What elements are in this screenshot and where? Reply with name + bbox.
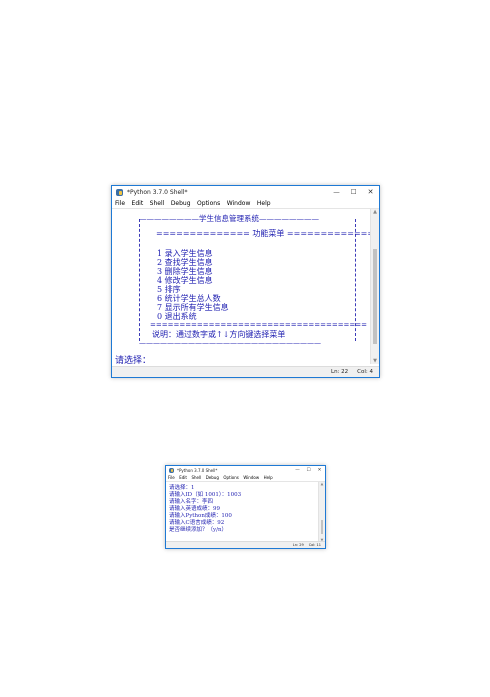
menu-options[interactable]: Options — [223, 475, 238, 480]
menu-bar: File Edit Shell Debug Options Window Hel… — [166, 474, 325, 482]
menu-item: 0 退出系统 — [157, 312, 197, 321]
scroll-up-icon[interactable]: ▲ — [371, 209, 379, 215]
column-number: Col: 4 — [357, 369, 373, 375]
box-bottom: —————————————————————————— — [139, 339, 321, 347]
scroll-down-icon[interactable]: ▼ — [371, 358, 379, 364]
title-bar[interactable]: *Python 3.7.0 Shell* — ☐ ✕ — [166, 466, 325, 474]
shell-line[interactable]: 是否继续添加？（y/n） — [169, 527, 227, 534]
hint-text: 说明：通过数字或↑↓方向键选择菜单 — [152, 330, 286, 339]
shell-line: 请输入ID（如 1001）：1003 — [169, 492, 242, 498]
maximize-icon[interactable]: ☐ — [303, 466, 314, 474]
menu-file[interactable]: File — [168, 475, 175, 480]
menu-window[interactable]: Window — [227, 200, 251, 207]
line-number: Ln: 22 — [331, 369, 349, 375]
menu-options[interactable]: Options — [197, 200, 220, 207]
shell-line: 请输入Python成绩：100 — [169, 513, 232, 519]
menu-edit[interactable]: Edit — [179, 475, 187, 480]
python-shell-window-menu: *Python 3.7.0 Shell* — ☐ ✕ File Edit She… — [111, 185, 380, 378]
menu-window[interactable]: Window — [243, 475, 259, 480]
shell-line: 请选择：1 — [169, 485, 195, 491]
menu-debug[interactable]: Debug — [171, 200, 191, 207]
menu-shell[interactable]: Shell — [150, 200, 165, 207]
vertical-scrollbar[interactable]: ▲ ▼ — [318, 482, 325, 542]
menu-item: 6 统计学生总人数 — [157, 294, 221, 303]
scroll-up-icon[interactable]: ▲ — [319, 482, 325, 486]
minimize-icon[interactable]: — — [328, 186, 345, 198]
menu-box: ————————学生信息管理系统———————— ============== … — [139, 214, 370, 347]
status-bar: Ln: 22 Col: 4 — [112, 366, 379, 377]
python-shell-window-input: *Python 3.7.0 Shell* — ☐ ✕ File Edit She… — [165, 465, 326, 549]
scroll-thumb[interactable] — [321, 520, 323, 534]
python-icon — [169, 467, 174, 473]
menu-debug[interactable]: Debug — [206, 475, 219, 480]
column-number: Col: 11 — [308, 543, 321, 547]
menu-edit[interactable]: Edit — [132, 200, 144, 207]
vertical-scrollbar[interactable]: ▲ ▼ — [370, 209, 379, 364]
close-icon[interactable]: ✕ — [362, 186, 379, 198]
menu-help[interactable]: Help — [257, 200, 271, 207]
section-header: ============== 功能菜单 ============== — [156, 229, 370, 238]
box-title: ————————学生信息管理系统———————— — [139, 214, 319, 223]
menu-item: 3 删除学生信息 — [157, 267, 213, 276]
maximize-icon[interactable]: ☐ — [345, 186, 362, 198]
python-icon — [116, 188, 123, 196]
menu-item: 1 录入学生信息 — [157, 249, 213, 258]
shell-output[interactable]: 请选择：1 请输入ID（如 1001）：1003 请输入名字：李四 请输入英语成… — [166, 482, 318, 542]
menu-file[interactable]: File — [115, 200, 125, 207]
status-bar: Ln: 29 Col: 11 — [166, 541, 325, 548]
minimize-icon[interactable]: — — [292, 466, 303, 474]
menu-item: 2 查找学生信息 — [157, 258, 213, 267]
shell-output[interactable]: ————————学生信息管理系统———————— ============== … — [112, 209, 370, 364]
menu-item: 5 排序 — [157, 285, 181, 294]
window-title: *Python 3.7.0 Shell* — [127, 188, 188, 196]
close-icon[interactable]: ✕ — [314, 466, 325, 474]
separator: ===================================== — [150, 321, 368, 329]
shell-line: 请输入名字：李四 — [169, 499, 214, 505]
menu-help[interactable]: Help — [264, 475, 273, 480]
menu-bar: File Edit Shell Debug Options Window Hel… — [112, 198, 379, 209]
menu-shell[interactable]: Shell — [191, 475, 201, 480]
title-bar[interactable]: *Python 3.7.0 Shell* — ☐ ✕ — [112, 186, 379, 198]
menu-item: 4 修改学生信息 — [157, 276, 213, 285]
window-title: *Python 3.7.0 Shell* — [177, 467, 218, 473]
menu-item: 7 显示所有学生信息 — [157, 303, 229, 312]
line-number: Ln: 29 — [292, 543, 304, 547]
shell-line: 请输入C语言成绩：92 — [169, 520, 225, 526]
input-prompt[interactable]: 请选择： — [115, 353, 151, 364]
shell-line: 请输入英语成绩：99 — [169, 506, 220, 512]
scroll-thumb[interactable] — [373, 249, 377, 344]
